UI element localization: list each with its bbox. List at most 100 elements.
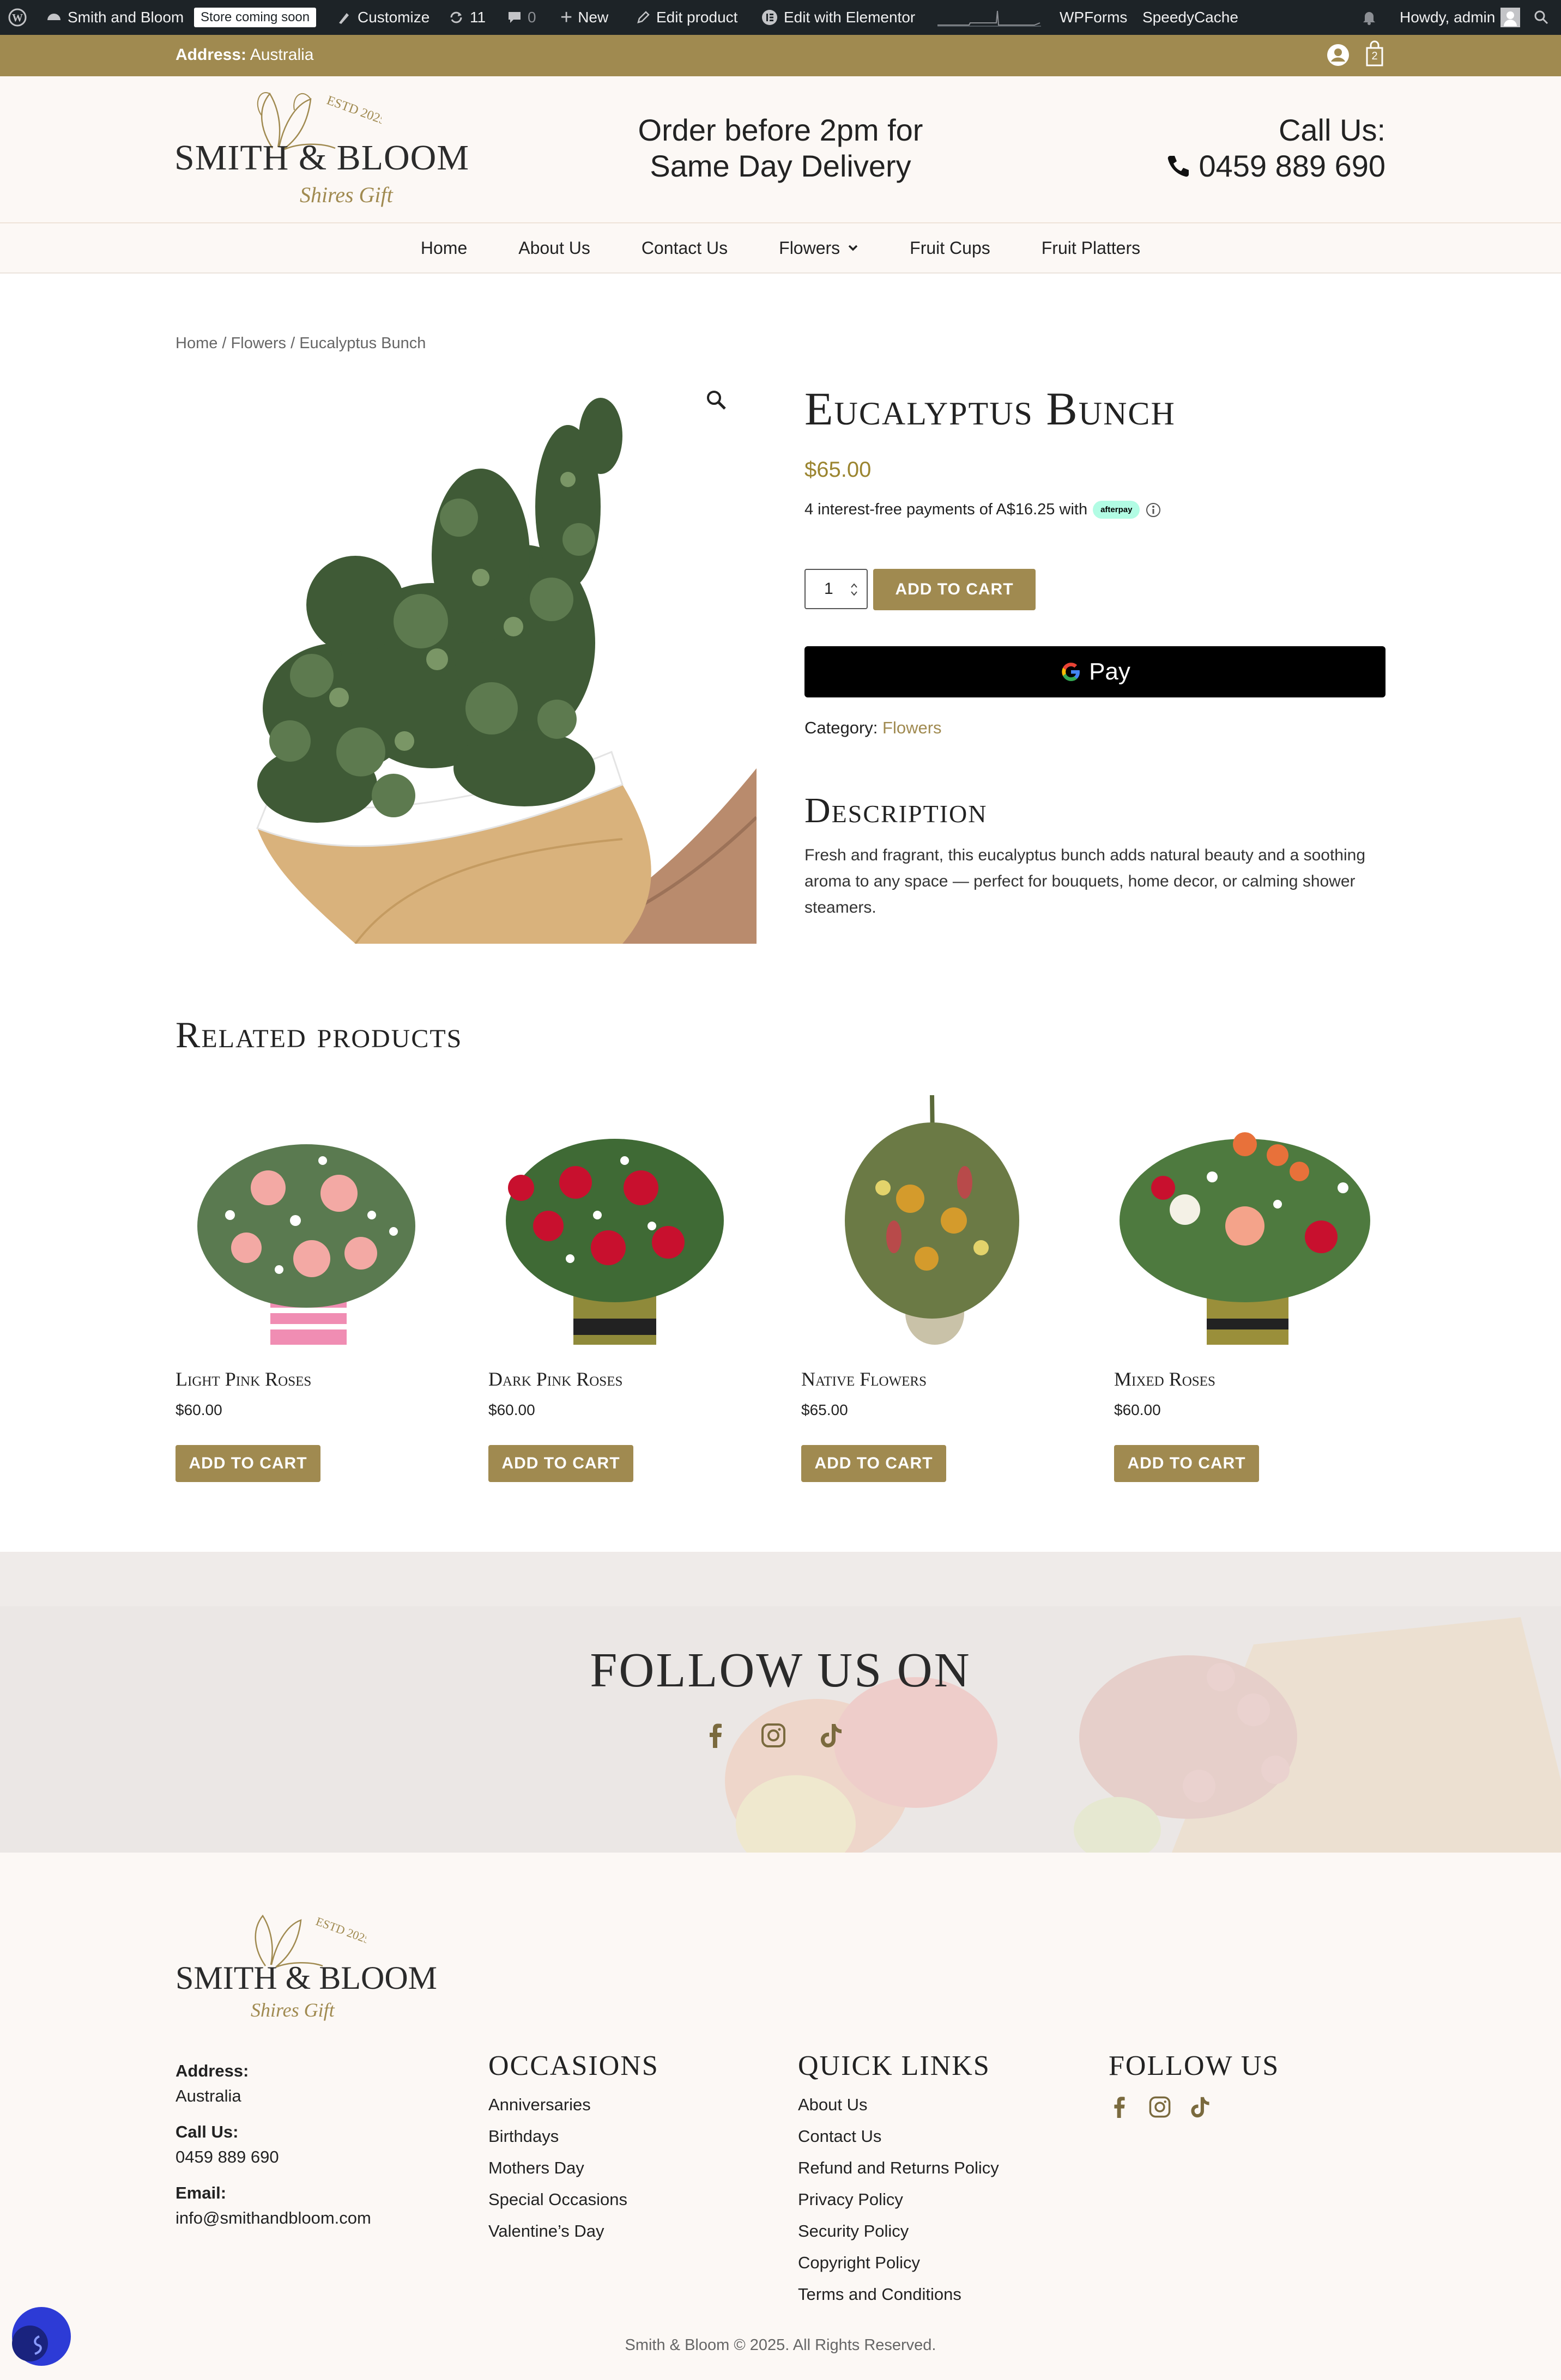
footer-logo-estd-text: ESTD 2025 bbox=[314, 1914, 366, 1946]
footer-link-privacy-policy[interactable]: Privacy Policy bbox=[798, 2190, 999, 2209]
nav-item-fruit-platters[interactable]: Fruit Platters bbox=[1016, 238, 1166, 258]
customize-link[interactable]: Customize bbox=[337, 0, 429, 35]
category-label: Category: bbox=[804, 718, 878, 737]
instagram-icon[interactable] bbox=[760, 1722, 787, 1749]
footer-email-value[interactable]: info@smithandbloom.com bbox=[176, 2206, 371, 2231]
updates-link[interactable]: 11 bbox=[448, 0, 486, 35]
account-icon[interactable] bbox=[1326, 42, 1351, 72]
new-link[interactable]: + New bbox=[560, 0, 608, 35]
brush-icon bbox=[339, 13, 349, 24]
footer-link-security-policy[interactable]: Security Policy bbox=[798, 2221, 999, 2241]
tiktok-icon[interactable] bbox=[1189, 2095, 1211, 2119]
wordpress-logo-icon[interactable]: W bbox=[8, 0, 27, 35]
related-product-image[interactable] bbox=[176, 1062, 437, 1346]
related-product-image[interactable] bbox=[801, 1062, 1063, 1346]
footer-link-contact-us[interactable]: Contact Us bbox=[798, 2127, 999, 2146]
nav-item-contact-us[interactable]: Contact Us bbox=[616, 238, 753, 258]
footer-link-anniversaries[interactable]: Anniversaries bbox=[488, 2095, 659, 2115]
site-logo[interactable]: ESTD 2025 SMITH & BLOOM Shires Gift bbox=[174, 83, 469, 214]
comments-link[interactable]: 0 bbox=[507, 0, 536, 35]
add-to-cart-button[interactable]: ADD TO CART bbox=[873, 569, 1036, 610]
logo-script-text: Shires Gift bbox=[300, 183, 393, 207]
footer-link-about-us[interactable]: About Us bbox=[798, 2095, 999, 2115]
footer-logo[interactable]: ESTD 2025 SMITH & BLOOM Shires Gift bbox=[176, 1905, 448, 2030]
nav-item-fruit-cups[interactable]: Fruit Cups bbox=[884, 238, 1016, 258]
speedycache-link[interactable]: SpeedyCache bbox=[1142, 9, 1238, 26]
follow-us-heading: FOLLOW US ON bbox=[590, 1643, 971, 1697]
nav-item-about-us[interactable]: About Us bbox=[493, 238, 616, 258]
related-product-name[interactable]: Dark Pink Roses bbox=[488, 1368, 622, 1391]
header-call-us: Call Us: 0459 889 690 bbox=[1112, 112, 1385, 184]
quantity-value: 1 bbox=[824, 580, 833, 598]
footer-link-birthdays[interactable]: Birthdays bbox=[488, 2127, 659, 2146]
cart-icon[interactable]: 2 bbox=[1364, 40, 1385, 73]
facebook-icon[interactable] bbox=[703, 1722, 728, 1749]
related-add-to-cart-button[interactable]: ADD TO CART bbox=[176, 1445, 320, 1482]
related-product-image[interactable] bbox=[1114, 1062, 1376, 1346]
eucalyptus-photo bbox=[256, 398, 758, 945]
stepper-arrows-icon[interactable] bbox=[849, 580, 859, 599]
cart-count: 2 bbox=[1371, 50, 1378, 62]
chevron-down-icon bbox=[848, 245, 858, 251]
nav-item-flowers[interactable]: Flowers bbox=[753, 238, 884, 258]
footer-contact: Address: Australia Call Us: 0459 889 690… bbox=[176, 2059, 371, 2231]
logo-estd-text: ESTD 2025 bbox=[325, 93, 382, 127]
related-product-image[interactable] bbox=[488, 1062, 750, 1346]
product-image[interactable] bbox=[176, 371, 758, 945]
account-menu[interactable]: Howdy, admin bbox=[1400, 0, 1521, 35]
related-add-to-cart-button[interactable]: ADD TO CART bbox=[488, 1445, 633, 1482]
related-product-price: $60.00 bbox=[176, 1401, 222, 1418]
store-coming-soon-badge[interactable]: Store coming soon bbox=[194, 8, 317, 27]
facebook-icon[interactable] bbox=[1109, 2095, 1130, 2119]
category-link[interactable]: Flowers bbox=[882, 718, 942, 737]
dashboard-icon bbox=[47, 14, 60, 20]
related-product-name[interactable]: Light Pink Roses bbox=[176, 1368, 311, 1391]
instagram-icon[interactable] bbox=[1148, 2095, 1172, 2119]
comment-icon bbox=[509, 12, 521, 23]
google-pay-button[interactable]: Pay bbox=[804, 646, 1385, 697]
footer-link-refund-policy[interactable]: Refund and Returns Policy bbox=[798, 2158, 999, 2178]
notifications-bell-icon[interactable] bbox=[1360, 0, 1378, 35]
related-product-card: Light Pink Roses $60.00 ADD TO CART bbox=[176, 1062, 437, 1482]
related-add-to-cart-button[interactable]: ADD TO CART bbox=[801, 1445, 946, 1482]
tiktok-icon[interactable] bbox=[819, 1722, 844, 1749]
admin-search-icon[interactable] bbox=[1533, 0, 1550, 35]
customize-label: Customize bbox=[358, 9, 430, 26]
related-add-to-cart-button[interactable]: ADD TO CART bbox=[1114, 1445, 1259, 1482]
breadcrumb-home[interactable]: Home bbox=[176, 335, 217, 352]
footer-link-copyright-policy[interactable]: Copyright Policy bbox=[798, 2253, 999, 2273]
light-pink-roses-photo bbox=[197, 1144, 415, 1345]
header-phone[interactable]: 0459 889 690 bbox=[1112, 148, 1385, 184]
description-text: Fresh and fragrant, this eucalyptus bunc… bbox=[804, 846, 1366, 916]
edit-elementor-link[interactable]: Edit with Elementor bbox=[761, 0, 915, 35]
footer-link-terms[interactable]: Terms and Conditions bbox=[798, 2285, 999, 2304]
call-us-label: Call Us: bbox=[1278, 113, 1385, 147]
zoom-search-icon[interactable] bbox=[704, 388, 728, 415]
quantity-stepper[interactable]: 1 bbox=[804, 569, 868, 609]
footer-logo-script: Shires Gift bbox=[251, 1999, 335, 2021]
howdy-label: Howdy, admin bbox=[1400, 9, 1496, 26]
footer-call-value[interactable]: 0459 889 690 bbox=[176, 2145, 371, 2170]
refresh-icon bbox=[450, 11, 462, 23]
chat-widget-button[interactable] bbox=[12, 2307, 71, 2366]
performance-graph-icon[interactable] bbox=[936, 0, 1043, 35]
footer-link-special-occasions[interactable]: Special Occasions bbox=[488, 2190, 659, 2209]
admin-site-name: Smith and Bloom bbox=[68, 9, 184, 26]
admin-site-link[interactable]: Smith and Bloom bbox=[46, 0, 184, 35]
wpforms-link[interactable]: WPForms bbox=[1060, 9, 1127, 26]
breadcrumb-category[interactable]: Flowers bbox=[231, 335, 287, 352]
edit-product-link[interactable]: Edit product bbox=[636, 0, 737, 35]
pencil-icon bbox=[637, 11, 650, 23]
related-product-card: Mixed Roses $60.00 ADD TO CART bbox=[1114, 1062, 1376, 1482]
related-product-name[interactable]: Native Flowers bbox=[801, 1368, 927, 1391]
footer-link-valentines-day[interactable]: Valentine’s Day bbox=[488, 2221, 659, 2241]
nav-item-home[interactable]: Home bbox=[395, 238, 493, 258]
occasions-heading: OCCASIONS bbox=[488, 2050, 659, 2081]
info-icon[interactable] bbox=[1145, 502, 1161, 518]
svg-text:W: W bbox=[12, 12, 23, 24]
header-phone-number: 0459 889 690 bbox=[1199, 149, 1385, 183]
related-product-card: Native Flowers $65.00 ADD TO CART bbox=[801, 1062, 1063, 1482]
site-header: ESTD 2025 SMITH & BLOOM Shires Gift Orde… bbox=[0, 76, 1561, 223]
related-product-name[interactable]: Mixed Roses bbox=[1114, 1368, 1215, 1391]
footer-link-mothers-day[interactable]: Mothers Day bbox=[488, 2158, 659, 2178]
